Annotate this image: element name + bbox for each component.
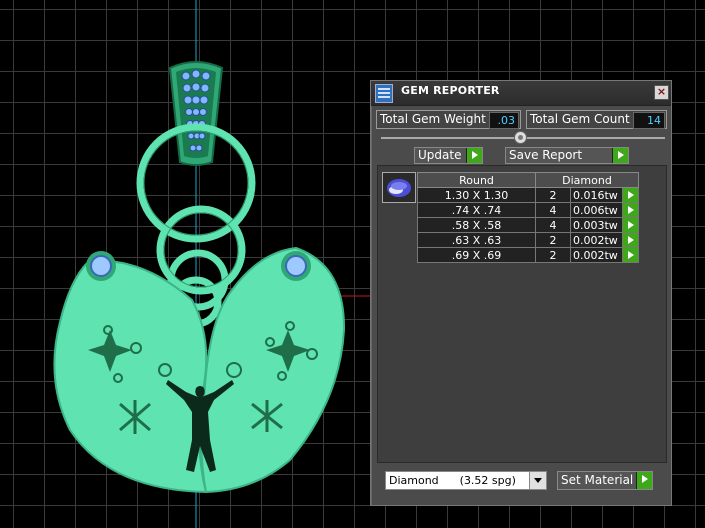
set-material-label: Set Material [561,473,634,487]
slider-handle[interactable] [514,131,527,144]
gem-quantity: 2 [535,232,571,248]
gem-size: .63 X .63 [417,232,536,248]
play-arrow-icon [612,148,628,163]
gem-size: 1.30 X 1.30 [417,187,536,203]
total-gem-count: Total Gem Count 14 [526,110,667,129]
table-row[interactable]: .69 X .69 2 0.002tw [417,247,639,263]
play-arrow-icon [636,472,652,489]
close-button[interactable]: × [654,85,669,100]
row-select-arrow-icon[interactable] [622,187,639,203]
row-select-arrow-icon[interactable] [622,232,639,248]
panel-titlebar[interactable]: GEM REPORTER × [371,81,671,106]
gem-table: Round Diamond 1.30 X 1.30 2 0.016tw .74 … [417,172,639,263]
gem-quantity: 2 [535,247,571,263]
table-row[interactable]: .63 X .63 2 0.002tw [417,232,639,248]
gem-quantity: 2 [535,187,571,203]
gem-size: .69 X .69 [417,247,536,263]
set-material-button[interactable]: Set Material [557,471,653,490]
total-gem-weight-value: .03 [489,112,519,129]
play-arrow-icon [466,148,482,163]
row-select-arrow-icon[interactable] [622,217,639,233]
material-select[interactable]: Diamond (3.52 spg) [385,471,547,490]
pendant-body [53,246,346,494]
gem-size: .74 X .74 [417,202,536,218]
table-row[interactable]: .58 X .58 4 0.003tw [417,217,639,233]
row-select-arrow-icon[interactable] [622,247,639,263]
total-gem-count-label: Total Gem Count [530,112,630,126]
table-row[interactable]: 1.30 X 1.30 2 0.016tw [417,187,639,203]
gem-weight: 0.016tw [570,187,623,203]
gem-weight: 0.003tw [570,217,623,233]
row-select-arrow-icon[interactable] [622,202,639,218]
total-gem-weight: Total Gem Weight .03 [376,110,521,129]
bail [168,61,224,166]
save-report-label: Save Report [509,148,583,162]
column-header-shape: Round [417,172,536,188]
save-report-button[interactable]: Save Report [505,147,629,164]
table-row[interactable]: .74 X .74 4 0.006tw [417,202,639,218]
panel-title: GEM REPORTER [401,84,500,97]
total-gem-count-value: 14 [633,112,665,129]
gem-quantity: 4 [535,217,571,233]
column-header-material: Diamond [535,172,639,188]
gem-weight: 0.002tw [570,232,623,248]
chevron-down-icon[interactable] [529,472,546,489]
material-select-value: Diamond (3.52 spg) [389,474,516,487]
total-gem-weight-label: Total Gem Weight [380,112,486,126]
update-button[interactable]: Update [414,147,483,164]
gem-weight: 0.006tw [570,202,623,218]
gem-reporter-panel[interactable]: GEM REPORTER × Total Gem Weight .03 Tota… [370,80,672,506]
gem-size: .58 X .58 [417,217,536,233]
gem-weight: 0.002tw [570,247,623,263]
update-label: Update [418,148,462,162]
gem-reporter-icon [375,84,393,103]
round-diamond-icon [382,172,416,203]
gem-quantity: 4 [535,202,571,218]
gem-list-area: Round Diamond 1.30 X 1.30 2 0.016tw .74 … [377,165,667,463]
